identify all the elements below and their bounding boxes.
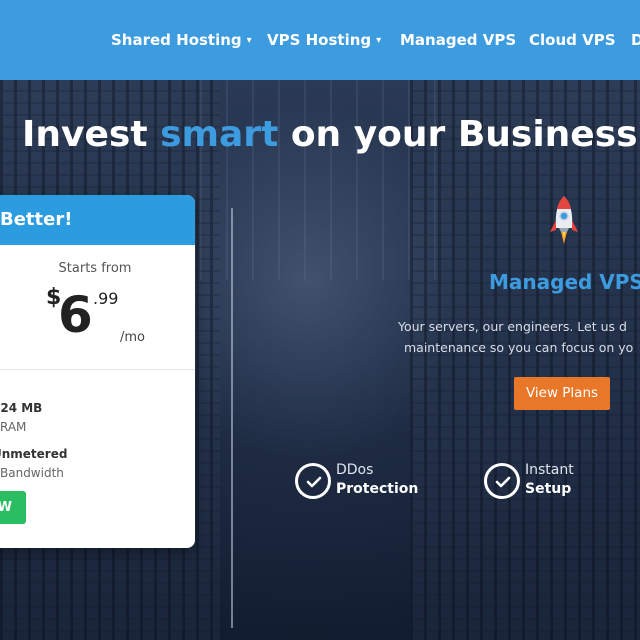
description-line-1: Your servers, our engineers. Let us d [398,319,627,334]
feature-line-2: Setup [525,481,572,497]
feature-line-1: Instant [525,462,574,478]
spec-bandwidth-value: Unmetered [0,447,68,461]
nav-label: Shared Hosting [111,31,242,49]
nav-label: Managed VPS [400,31,517,49]
hero-title-end: on your Business [278,114,638,155]
nav-label: Cloud VPS [529,31,616,49]
feature-line-2: Protection [336,481,419,497]
top-navigation-bar: Shared Hosting ▾ VPS Hosting ▾ Managed VPS… [0,0,640,80]
nav-cloud-vps[interactable]: Cloud VPS [529,30,616,50]
nav-shared-hosting[interactable]: Shared Hosting ▾ [111,30,252,51]
managed-vps-description: Your servers, our engineers. Let us d ma… [398,316,640,358]
hero-section: Invest smart on your Business Better! St… [0,80,640,640]
pricing-card: Better! Starts from $ 6 .99 /mo 024 MB R… [0,195,195,548]
nav-label: VPS Hosting [267,31,372,49]
price-period: /mo [120,330,145,345]
nav-label: D [631,31,640,49]
feature-line-1: DDos [336,462,374,478]
vertical-divider [231,208,233,628]
view-plans-button[interactable]: View Plans [514,377,610,410]
price-integer: 6 [58,286,93,344]
pricing-card-title: Better! [0,209,73,230]
check-circle-icon [484,463,520,499]
hero-title: Invest smart on your Business [22,114,638,155]
spec-ram-label: RAM [0,420,27,434]
spec-ram-value: 024 MB [0,401,43,415]
starts-from-label: Starts from [58,261,132,276]
check-circle-icon [295,463,331,499]
chevron-down-icon: ▾ [376,35,382,46]
nav-vps-hosting[interactable]: VPS Hosting ▾ [267,30,381,51]
hero-title-start: Invest [22,114,161,155]
managed-vps-title: Managed VPS [489,270,640,294]
order-now-button[interactable]: W [0,491,26,524]
card-divider [0,369,195,370]
chevron-down-icon: ▾ [246,35,252,46]
price-decimal: .99 [93,289,119,308]
nav-item-truncated[interactable]: D [631,30,640,50]
spec-bandwidth-label: Bandwidth [0,466,64,480]
main-nav: Shared Hosting ▾ VPS Hosting ▾ Managed VPS… [0,30,640,52]
pricing-card-header: Better! [0,195,195,245]
nav-managed-vps[interactable]: Managed VPS [400,30,516,50]
hero-title-accent: smart [160,114,279,155]
description-line-2: maintenance so you can focus on yo [404,340,634,355]
rocket-icon [550,196,578,244]
ceiling-lights-background [200,80,460,280]
